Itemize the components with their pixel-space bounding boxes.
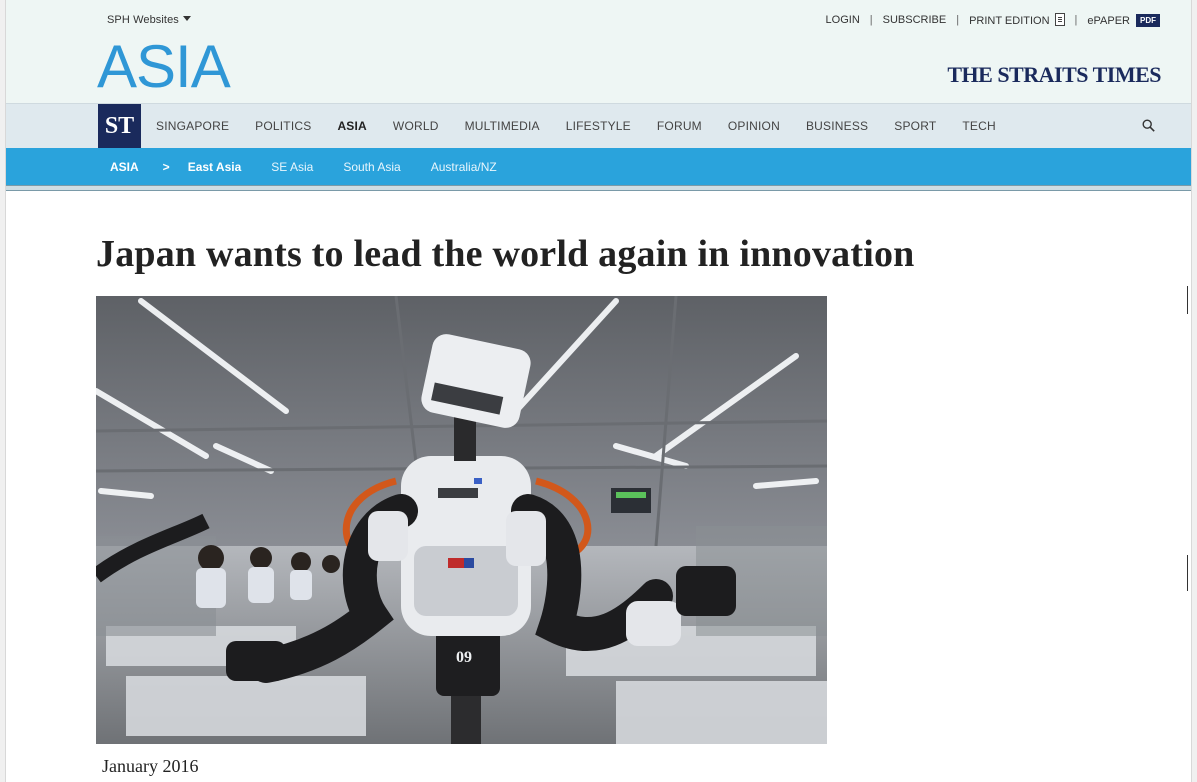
sub-nav: ASIA > East Asia SE Asia South Asia Austral… [6,148,1191,185]
robot-factory-photo: 09 [96,296,827,744]
document-icon [1054,13,1065,26]
nav-item-asia[interactable]: ASIA [337,119,366,133]
masthead: SPH Websites LOGIN | SUBSCRIBE | PRINT E… [6,0,1191,103]
nav-item-sport[interactable]: SPORT [894,119,936,133]
nav-items: SINGAPORE POLITICS ASIA WORLD MULTIMEDIA LIFE… [156,104,1022,148]
nav-item-world[interactable]: WORLD [393,119,439,133]
chevron-right-icon: > [162,159,170,174]
nav-item-tech[interactable]: TECH [962,119,995,133]
robot-number: 09 [456,649,472,666]
link-separator: | [869,14,873,26]
nav-item-politics[interactable]: POLITICS [255,119,311,133]
main-nav: ST SINGAPORE POLITICS ASIA WORLD MULTIMEDIA L… [6,103,1191,148]
print-edition-label: PRINT EDITION [969,15,1050,27]
sph-websites-label: SPH Websites [107,14,179,26]
window-right-edge [1191,0,1197,782]
pdf-badge: PDF [1136,13,1160,27]
st-logo[interactable]: ST [98,104,141,148]
subnav-item-se-asia[interactable]: SE Asia [271,160,313,174]
search-icon[interactable] [1142,119,1155,132]
scroll-marker [1187,555,1188,591]
subnav-item-east-asia[interactable]: East Asia [188,160,242,174]
nav-item-lifestyle[interactable]: LIFESTYLE [566,119,631,133]
nav-item-business[interactable]: BUSINESS [806,119,868,133]
caret-down-icon [182,16,191,21]
link-separator: | [1074,14,1078,26]
epaper-link[interactable]: ePAPER PDF [1087,13,1160,27]
sph-websites-dropdown[interactable]: SPH Websites [107,14,191,26]
subnav-item-south-asia[interactable]: South Asia [343,160,400,174]
nav-item-singapore[interactable]: SINGAPORE [156,119,229,133]
section-title[interactable]: ASIA [97,32,231,102]
nav-item-multimedia[interactable]: MULTIMEDIA [465,119,540,133]
header-divider [6,185,1191,191]
subnav-item-australia-nz[interactable]: Australia/NZ [431,160,497,174]
link-separator: | [956,14,960,26]
article-photo[interactable]: 09 [96,296,827,744]
sub-nav-items: ASIA > East Asia SE Asia South Asia Austral… [110,148,527,185]
top-links: LOGIN | SUBSCRIBE | PRINT EDITION | ePAP… [826,13,1160,27]
article-headline: Japan wants to lead the world again in i… [96,233,915,275]
print-edition-link[interactable]: PRINT EDITION [969,13,1065,27]
nav-item-forum[interactable]: FORUM [657,119,702,133]
brand-logo[interactable]: THE STRAITS TIMES [947,62,1161,88]
nav-item-opinion[interactable]: OPINION [728,119,780,133]
article-date: January 2016 [102,756,199,776]
epaper-label: ePAPER [1087,14,1130,27]
subscribe-link[interactable]: SUBSCRIBE [883,14,947,26]
scroll-marker [1187,286,1188,314]
login-link[interactable]: LOGIN [826,14,860,26]
breadcrumb-asia[interactable]: ASIA [110,160,139,174]
